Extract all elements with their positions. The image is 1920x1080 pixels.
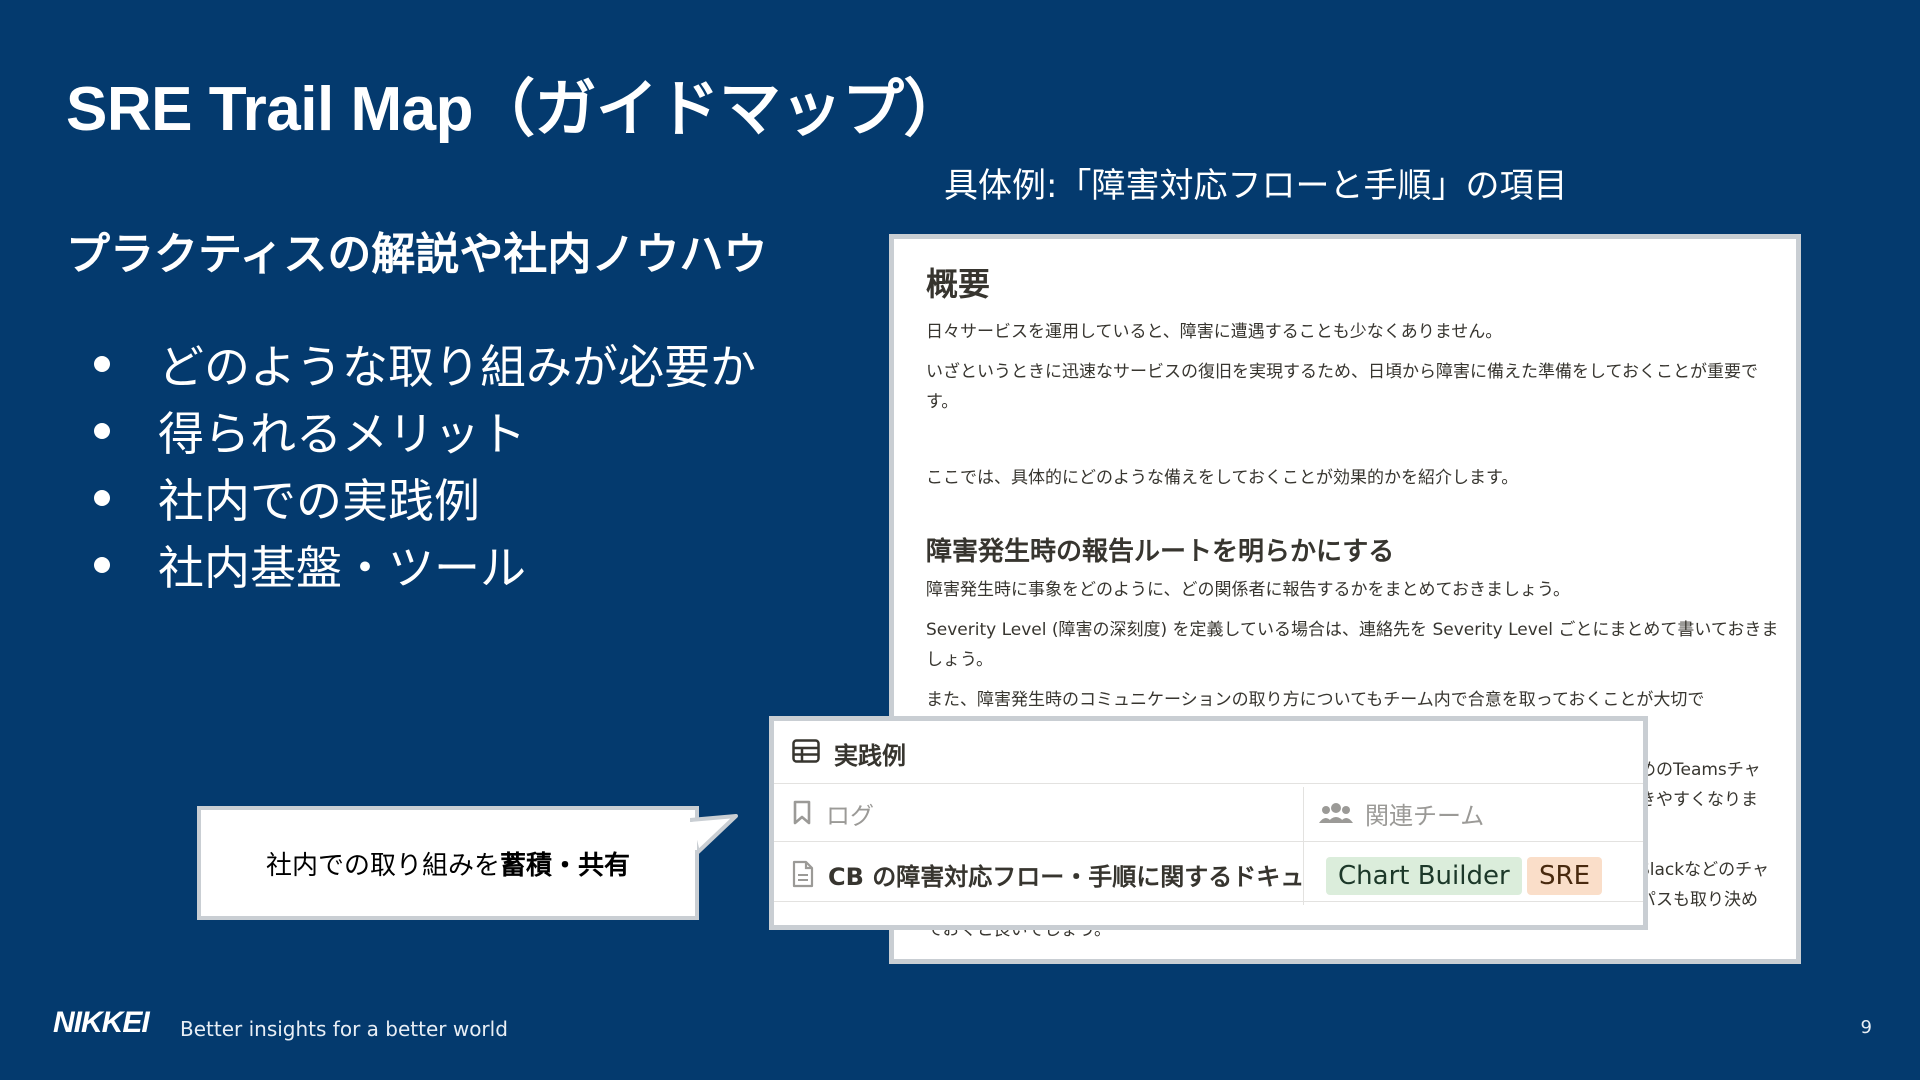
nikkei-logo: NIKKEI [53, 1006, 150, 1039]
bullet-item: どのような取り組みが必要か [94, 330, 756, 397]
doc-paragraph: 障害発生時に事象をどのように、どの関係者に報告するかをまとめておきましょう。 [926, 580, 1570, 600]
table-icon [792, 739, 820, 767]
bullet-dot-icon [94, 355, 110, 372]
doc-paragraph: Severity Level (障害の深刻度) を定義している場合は、連絡先を … [926, 620, 1779, 670]
doc-text-fragment: めのTeamsチャ [1639, 760, 1761, 780]
doc-paragraph: いざというときに迅速なサービスの復旧を実現するため、日頃から障害に備えた準備をし… [926, 362, 1758, 412]
database-header[interactable]: 実践例 [792, 735, 906, 771]
example-caption: 具体例:「障害対応フローと手順」の項目 [944, 166, 1568, 206]
bullet-text: 得られるメリット [158, 406, 526, 461]
column-label: ログ [826, 801, 874, 830]
doc-section-heading: 障害発生時の報告ルートを明らかにする [926, 537, 1395, 567]
bullet-item: 社内での実践例 [94, 464, 756, 531]
callout-box: 社内での取り組みを 蓄積・共有 [197, 806, 699, 920]
doc-text-fragment: パスも取り決め [1639, 890, 1758, 910]
column-header-team[interactable]: 関連チーム [1319, 793, 1484, 833]
bullet-item: 社内基盤・ツール [94, 531, 756, 598]
doc-paragraph: 日々サービスを運用していると、障害に遭遇することも少なくありません。 [926, 322, 1503, 342]
footer-tagline: Better insights for a better world [180, 1017, 508, 1041]
page-number: 9 [1860, 1017, 1872, 1038]
bullet-text: どのような取り組みが必要か [158, 339, 756, 394]
callout-text: 社内での取り組みを [265, 850, 500, 881]
callout-emphasis: 蓄積・共有 [500, 850, 631, 881]
table-row-title[interactable]: CB の障害対応フロー・手順に関するドキュメント [792, 853, 1302, 895]
bullet-dot-icon [94, 422, 110, 439]
callout-tail [690, 814, 738, 854]
bullet-list: どのような取り組みが必要か 得られるメリット 社内での実践例 社内基盤・ツール [94, 330, 756, 598]
bullet-text: 社内での実践例 [158, 473, 480, 528]
bullet-dot-icon [94, 489, 110, 506]
team-tag-sre[interactable]: SRE [1527, 857, 1602, 895]
bullet-text: 社内基盤・ツール [158, 540, 526, 595]
slide-title: SRE Trail Map（ガイドマップ） [66, 75, 965, 144]
bookmark-icon [792, 800, 812, 826]
bullet-dot-icon [94, 556, 110, 573]
doc-text-fragment: Slackなどのチャ [1639, 860, 1769, 880]
doc-paragraph: ここでは、具体的にどのような備えをしておくことが効果的かを紹介します。 [926, 468, 1519, 488]
doc-text-fragment: きやすくなりま [1639, 790, 1758, 810]
doc-heading: 概要 [926, 265, 991, 303]
doc-paragraph: また、障害発生時のコミュニケーションの取り方についてもチーム内で合意を取っておく… [926, 690, 1705, 710]
document-icon [792, 860, 814, 888]
database-title: 実践例 [834, 741, 906, 770]
column-label: 関連チーム [1365, 801, 1485, 830]
database-view: 実践例 ログ 関連チーム CB の障害対応フロー・手順に関するドキュメント Ch… [769, 716, 1648, 930]
slide-subtitle: プラクティスの解説や社内ノウハウ [66, 229, 768, 280]
column-header-log[interactable]: ログ [792, 793, 874, 833]
people-icon [1319, 801, 1353, 825]
team-tag-chart-builder[interactable]: Chart Builder [1326, 857, 1522, 895]
bullet-item: 得られるメリット [94, 397, 756, 464]
row-title-text: CB の障害対応フロー・手順に関するドキュメント [828, 862, 1302, 891]
